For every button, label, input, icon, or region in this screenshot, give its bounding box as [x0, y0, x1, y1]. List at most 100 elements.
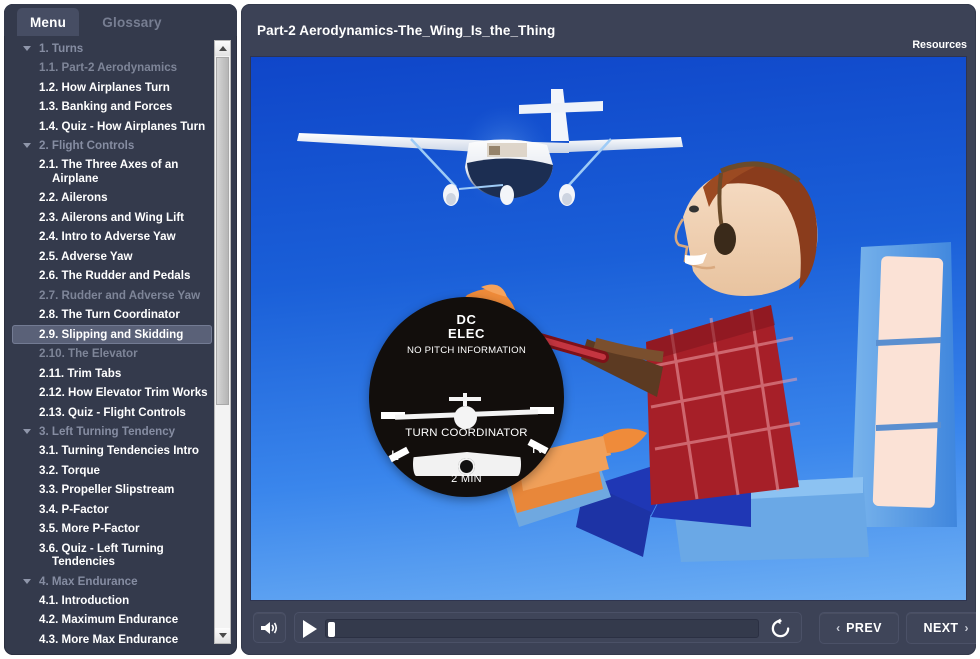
- outline-item[interactable]: 1.2. How Airplanes Turn: [12, 78, 212, 98]
- outline-item-label: 3.4. P-Factor: [39, 502, 109, 516]
- speaker-icon: [261, 621, 278, 634]
- miniature-airplane-hub: [454, 406, 477, 429]
- outline-item[interactable]: 2.6. The Rudder and Pedals: [12, 266, 212, 286]
- outline-item[interactable]: 2.2. Ailerons: [12, 188, 212, 208]
- outline-item-label: 4.1. Introduction: [39, 593, 130, 607]
- outline-item[interactable]: 2.1. The Three Axes of an Airplane: [12, 155, 212, 188]
- outline-group[interactable]: 1. Turns: [12, 39, 212, 58]
- outline-item[interactable]: 2.11. Trim Tabs: [12, 364, 212, 384]
- outline-item-label: 4.3. More Max Endurance: [39, 632, 179, 646]
- outline-item[interactable]: 3.3. Propeller Slipstream: [12, 480, 212, 500]
- turn-coordinator-instrument: DC ELEC NO PITCH INFORMATION TURN COORDI…: [369, 297, 564, 497]
- outline-group[interactable]: 2. Flight Controls: [12, 136, 212, 155]
- next-label: NEXT: [923, 621, 959, 635]
- content-panel: Part-2 Aerodynamics-The_Wing_Is_the_Thin…: [241, 4, 976, 655]
- chevron-left-icon: ‹: [836, 621, 841, 635]
- outline-item[interactable]: 4.3. More Max Endurance: [12, 630, 212, 649]
- outline-group-label: 3. Left Turning Tendency: [39, 425, 176, 438]
- outline-item[interactable]: 1.4. Quiz - How Airplanes Turn: [12, 117, 212, 137]
- resources-button[interactable]: Resources: [912, 39, 967, 51]
- play-button[interactable]: [303, 620, 317, 638]
- instrument-left-label: L: [391, 447, 399, 463]
- outline-item-label: 2.1. The Three Axes of an Airplane: [39, 158, 179, 185]
- outline-item-label: 2.6. The Rudder and Pedals: [39, 269, 191, 282]
- outline-group[interactable]: 3. Left Turning Tendency: [12, 422, 212, 441]
- outline-group-label: 1. Turns: [39, 42, 84, 55]
- outline-item[interactable]: 2.12. How Elevator Trim Works: [12, 383, 212, 403]
- outline-item-label: 1.1. Part-2 Aerodynamics: [39, 61, 178, 74]
- tab-menu-label: Menu: [29, 14, 67, 30]
- caret-down-icon[interactable]: [23, 429, 31, 434]
- outline-item-label: 2.10. The Elevator: [39, 347, 138, 360]
- chevron-down-icon: [218, 633, 227, 638]
- sidebar: Menu Glossary 1. Turns 1.1. Part-2 Aerody…: [4, 4, 237, 655]
- outline-item-label: 3.3. Propeller Slipstream: [39, 483, 175, 496]
- seek-bar-container: [294, 612, 802, 643]
- outline-item[interactable]: 2.7. Rudder and Adverse Yaw: [12, 286, 212, 306]
- scroll-up-button[interactable]: [215, 41, 230, 56]
- outline-item[interactable]: 3.4. P-Factor: [12, 500, 212, 520]
- course-player: Menu Glossary 1. Turns 1.1. Part-2 Aerody…: [0, 0, 980, 659]
- outline-item-label: 3.5. More P-Factor: [39, 522, 140, 535]
- replay-icon[interactable]: [770, 618, 791, 639]
- seek-track[interactable]: [325, 619, 759, 638]
- chevron-right-icon: ›: [964, 621, 969, 635]
- outline-item[interactable]: 1.3. Banking and Forces: [12, 97, 212, 117]
- outline-item[interactable]: 3.5. More P-Factor: [12, 519, 212, 539]
- outline-item-label: 2.2. Ailerons: [39, 191, 108, 204]
- outline-item[interactable]: 2.5. Adverse Yaw: [12, 247, 212, 267]
- prev-button[interactable]: ‹ PREV: [819, 612, 899, 644]
- seek-thumb[interactable]: [328, 622, 335, 637]
- outline-item[interactable]: 2.8. The Turn Coordinator: [12, 305, 212, 325]
- tab-menu[interactable]: Menu: [17, 8, 79, 36]
- outline-item-label: 2.5. Adverse Yaw: [39, 249, 133, 263]
- player-controls: ‹ PREV NEXT ›: [241, 601, 976, 655]
- outline-item[interactable]: 2.9. Slipping and Skidding: [12, 324, 212, 344]
- tab-glossary[interactable]: Glossary: [88, 8, 176, 36]
- outline-group-label: 4. Max Endurance: [39, 574, 138, 588]
- outline-item[interactable]: 2.4. Intro to Adverse Yaw: [12, 227, 212, 247]
- outline-group[interactable]: 4. Max Endurance: [12, 572, 212, 591]
- caret-down-icon[interactable]: [23, 46, 31, 51]
- power-line-1: DC: [456, 312, 477, 327]
- next-button[interactable]: NEXT ›: [906, 612, 976, 644]
- outline-item-label: 1.4. Quiz - How Airplanes Turn: [39, 119, 206, 133]
- outline-item[interactable]: 4.2. Maximum Endurance: [12, 610, 212, 630]
- outline-item[interactable]: 2.10. The Elevator: [12, 344, 212, 364]
- power-line-2: ELEC: [447, 326, 486, 341]
- outline-item[interactable]: 2.13. Quiz - Flight Controls: [12, 403, 212, 423]
- outline-item[interactable]: 1.1. Part-2 Aerodynamics: [12, 58, 212, 78]
- sidebar-tabbar: Menu Glossary: [4, 4, 237, 36]
- outline-scroll-area: 1. Turns 1.1. Part-2 Aerodynamics 1.2. How…: [12, 36, 229, 648]
- scroll-down-button[interactable]: [215, 628, 230, 643]
- outline-item-label: 1.3. Banking and Forces: [39, 100, 173, 113]
- tab-glossary-label: Glossary: [102, 14, 162, 30]
- outline-item-label: 2.7. Rudder and Adverse Yaw: [39, 288, 201, 302]
- instrument-rate-label: 2 MIN: [451, 473, 482, 485]
- prev-label: PREV: [846, 621, 882, 635]
- outline-item[interactable]: 3.2. Torque: [12, 461, 212, 481]
- outline-item[interactable]: 3.1. Turning Tendencies Intro: [12, 441, 212, 461]
- outline-item-label: 3.1. Turning Tendencies Intro: [39, 444, 199, 457]
- outline-item[interactable]: 3.6. Quiz - Left Turning Tendencies: [12, 539, 212, 572]
- outline-item-label: 2.12. How Elevator Trim Works: [39, 386, 208, 399]
- outline-item-label: 2.3. Ailerons and Wing Lift: [39, 210, 185, 224]
- outline-item[interactable]: 2.3. Ailerons and Wing Lift: [12, 208, 212, 228]
- outline-item-label: 2.13. Quiz - Flight Controls: [39, 405, 186, 419]
- caret-down-icon[interactable]: [23, 578, 31, 584]
- sidebar-scrollbar[interactable]: [214, 40, 231, 644]
- page-title: Part-2 Aerodynamics-The_Wing_Is_the_Thin…: [257, 23, 556, 38]
- outline-item-label: 3.6. Quiz - Left Turning Tendencies: [39, 541, 164, 569]
- slide-stage: DC ELEC NO PITCH INFORMATION TURN COORDI…: [250, 56, 967, 601]
- caret-down-icon[interactable]: [23, 143, 31, 148]
- instrument-power-label: DC ELEC: [369, 313, 564, 341]
- pilot-illustration: [450, 161, 957, 562]
- volume-button[interactable]: [253, 612, 286, 643]
- title-bar: Part-2 Aerodynamics-The_Wing_Is_the_Thin…: [241, 4, 976, 56]
- instrument-pitch-note: NO PITCH INFORMATION: [407, 345, 526, 356]
- scrollbar-thumb[interactable]: [216, 57, 229, 405]
- instrument-right-label: R: [531, 440, 542, 456]
- instrument-title: TURN COORDINATOR: [405, 427, 528, 439]
- outline-item[interactable]: 4.1. Introduction: [12, 591, 212, 611]
- outline-group-label: 2. Flight Controls: [39, 139, 135, 152]
